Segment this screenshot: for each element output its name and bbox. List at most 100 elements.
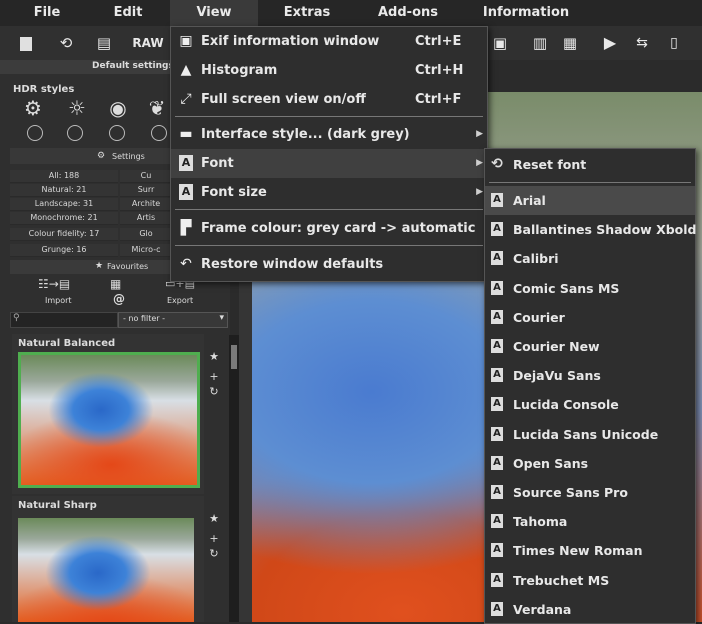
category-cell[interactable]: Colour fidelity: 17	[10, 228, 118, 241]
refresh-icon[interactable]: ↻	[208, 385, 220, 398]
compare-icon[interactable]: ▦	[558, 31, 582, 55]
font-option-item[interactable]: A Ballantines Shadow Xbold	[485, 215, 696, 244]
menu-item-label: Frame colour: grey card -> automatic	[201, 221, 476, 236]
font-option-item[interactable]: A Tahoma	[485, 507, 695, 536]
settings-icon[interactable]: ⇆	[630, 31, 654, 55]
favorite-ring-icon[interactable]	[109, 125, 125, 141]
category-cell[interactable]: All: 188	[10, 170, 118, 183]
font-option-label: Open Sans	[513, 455, 589, 471]
filter-value: - no filter -	[123, 314, 165, 323]
font-option-item[interactable]: A Lucida Sans Unicode	[485, 420, 695, 449]
camera-style-icon[interactable]: ◉	[105, 96, 131, 120]
category-cell[interactable]: Glo	[120, 228, 172, 241]
grid-icon[interactable]: ▦	[110, 277, 121, 291]
refresh-icon[interactable]: ↻	[208, 547, 220, 560]
font-option-item[interactable]: A Trebuchet MS	[485, 566, 695, 595]
menu-view[interactable]: View	[170, 0, 258, 26]
contrast-style-icon[interactable]: ☼	[64, 96, 90, 120]
font-option-label: Calibri	[513, 251, 559, 267]
settings-gear-icon[interactable]: ⚙	[97, 151, 105, 161]
font-option-item[interactable]: A Comic Sans MS	[485, 274, 695, 303]
menu-item-exif[interactable]: ▣ Exif information window Ctrl+E	[171, 27, 487, 56]
font-option-item[interactable]: A DejaVu Sans	[485, 361, 695, 390]
menu-item-label: Restore window defaults	[201, 257, 384, 272]
palette-style-icon[interactable]: ❦	[144, 96, 170, 120]
font-icon: A	[491, 426, 503, 441]
menu-item-interface-style[interactable]: ▬ Interface style... (dark grey) ▶	[171, 120, 487, 149]
menu-item-frame-colour[interactable]: ▛ Frame colour: grey card -> automatic	[171, 214, 487, 243]
category-cell[interactable]: Landscape: 31	[10, 198, 118, 211]
font-icon: A	[491, 251, 503, 266]
menu-information[interactable]: Information	[480, 0, 572, 26]
histogram-icon: ▲	[180, 62, 192, 78]
category-cell[interactable]: Cu	[120, 170, 172, 183]
play-icon[interactable]: ▶	[598, 31, 622, 55]
reset-font-item[interactable]: ⟲ Reset font	[485, 150, 695, 179]
category-cell[interactable]: Artis	[120, 212, 172, 225]
favorite-ring-icon[interactable]	[67, 125, 83, 141]
copy-icon[interactable]: ▣	[488, 31, 512, 55]
font-icon: A	[491, 193, 503, 207]
font-option-item[interactable]: A Times New Roman	[485, 536, 695, 565]
add-icon[interactable]: +	[208, 370, 220, 383]
export-button[interactable]: Export	[167, 296, 193, 305]
save-icon[interactable]: ▥	[528, 31, 552, 55]
menu-item-fullscreen[interactable]: ⤢ Full screen view on/off Ctrl+F	[171, 85, 487, 114]
font-option-item[interactable]: A Calibri	[485, 244, 695, 273]
add-icon[interactable]: +	[208, 532, 220, 545]
preset-thumbnail[interactable]	[18, 518, 194, 622]
scrollbar[interactable]	[229, 335, 239, 622]
history-icon[interactable]: ⟲	[54, 31, 78, 55]
batch-icon[interactable]: ▤	[92, 31, 116, 55]
menu-item-histogram[interactable]: ▲ Histogram Ctrl+H	[171, 56, 487, 85]
preset-thumbnail[interactable]	[18, 352, 200, 488]
category-cell[interactable]: Surr	[120, 184, 172, 197]
menu-item-font-size[interactable]: A Font size ▶	[171, 178, 487, 207]
font-option-item[interactable]: A Verdana	[485, 595, 695, 624]
default-settings-label[interactable]: Default settings	[92, 61, 174, 71]
font-option-item[interactable]: A Arial	[485, 186, 695, 215]
favourites-button[interactable]: Favourites	[107, 262, 148, 271]
font-icon: A	[491, 514, 503, 529]
category-cell[interactable]: Micro-c	[120, 244, 172, 257]
font-option-label: Courier New	[513, 339, 600, 354]
menu-item-shortcut: Ctrl+E	[415, 34, 462, 49]
menu-edit[interactable]: Edit	[102, 0, 154, 26]
font-option-item[interactable]: A Courier New	[485, 332, 695, 361]
info-icon[interactable]: ▯	[664, 31, 684, 55]
search-input[interactable]: ⚲	[10, 312, 118, 328]
chevron-down-icon: ▾	[219, 313, 224, 323]
category-cell[interactable]: Natural: 21	[10, 184, 118, 197]
favorite-ring-icon[interactable]	[27, 125, 43, 141]
menu-item-restore-defaults[interactable]: ↶ Restore window defaults	[171, 250, 487, 279]
star-icon[interactable]: ★	[208, 512, 220, 525]
font-option-item[interactable]: A Source Sans Pro	[485, 478, 695, 507]
raw-button[interactable]: RAW	[130, 31, 166, 55]
font-option-item[interactable]: A Open Sans	[485, 449, 695, 478]
preset-title: Natural Balanced	[18, 338, 116, 349]
menu-extras[interactable]: Extras	[272, 0, 342, 26]
category-cell[interactable]: Monochrome: 21	[10, 212, 118, 225]
email-icon[interactable]: @	[113, 292, 125, 306]
new-file-icon[interactable]	[14, 31, 38, 55]
preset-card[interactable]: Natural Sharp	[12, 496, 204, 622]
filter-select[interactable]: - no filter - ▾	[118, 312, 228, 328]
star-icon[interactable]: ★	[208, 350, 220, 363]
favorite-ring-icon[interactable]	[151, 125, 167, 141]
gears-style-icon[interactable]: ⚙	[20, 96, 46, 120]
font-option-item[interactable]: A Lucida Console	[485, 390, 695, 419]
category-cell[interactable]: Archite	[120, 198, 172, 211]
import-button[interactable]: Import	[45, 296, 72, 305]
menu-file[interactable]: File	[22, 0, 72, 26]
menu-item-font[interactable]: A Font ▶	[171, 149, 487, 178]
settings-button[interactable]: Settings	[112, 152, 145, 161]
category-cell[interactable]: Grunge: 16	[10, 244, 118, 257]
scrollbar-thumb[interactable]	[231, 345, 237, 369]
import-icon[interactable]: ☷→▤	[38, 277, 70, 291]
menu-add-ons[interactable]: Add-ons	[368, 0, 448, 26]
font-option-item[interactable]: A Courier	[485, 303, 695, 332]
font-option-label: Lucida Sans Unicode	[513, 426, 659, 442]
frame-colour-icon: ▛	[180, 220, 192, 236]
preset-card[interactable]: Natural Balanced	[12, 334, 204, 494]
menu-item-label: Interface style... (dark grey)	[201, 127, 410, 142]
